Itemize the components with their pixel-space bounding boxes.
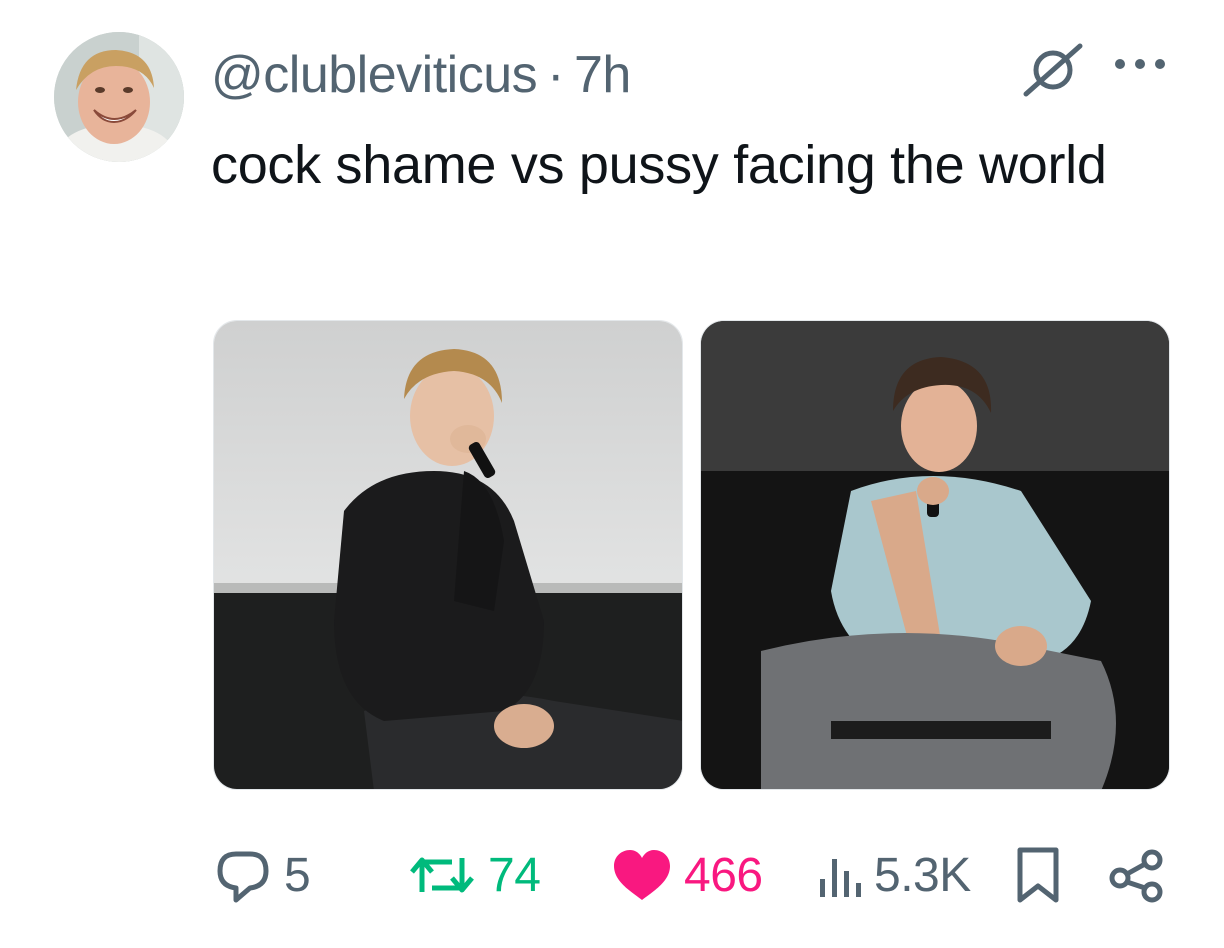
tweet-text: cock shame vs pussy facing the world [211,135,1107,195]
tweet[interactable]: @clubleviticus · 7h cock shame vs pussy … [0,0,1224,948]
tweet-time[interactable]: 7h [574,45,631,105]
author-handle[interactable]: @clubleviticus [211,45,538,105]
views-button[interactable]: 5.3K [818,835,971,915]
tweet-photo-left[interactable] [213,320,683,790]
like-button[interactable]: 466 [612,835,763,915]
bookmark-button[interactable] [1016,835,1060,915]
tweet-header: @clubleviticus · 7h [211,40,631,110]
bookmark-icon [1017,847,1059,903]
reply-button[interactable]: 5 [214,835,311,915]
header-separator: · [547,46,564,104]
retweet-icon [410,857,474,893]
share-button[interactable] [1108,835,1166,915]
heart-icon [614,850,670,900]
more-icon[interactable] [1112,52,1168,76]
views-icon [820,859,861,897]
avatar[interactable] [54,32,184,162]
share-icon [1109,849,1163,903]
reply-count: 5 [284,848,311,902]
tweet-photo-right[interactable] [700,320,1170,790]
grok-icon[interactable] [1020,42,1086,98]
retweet-count: 74 [488,848,541,902]
action-bar: 5 74 466 5.3K [0,835,1224,915]
reply-icon [217,851,269,903]
like-count: 466 [684,848,763,902]
views-count: 5.3K [874,848,971,902]
retweet-button[interactable]: 74 [408,835,541,915]
